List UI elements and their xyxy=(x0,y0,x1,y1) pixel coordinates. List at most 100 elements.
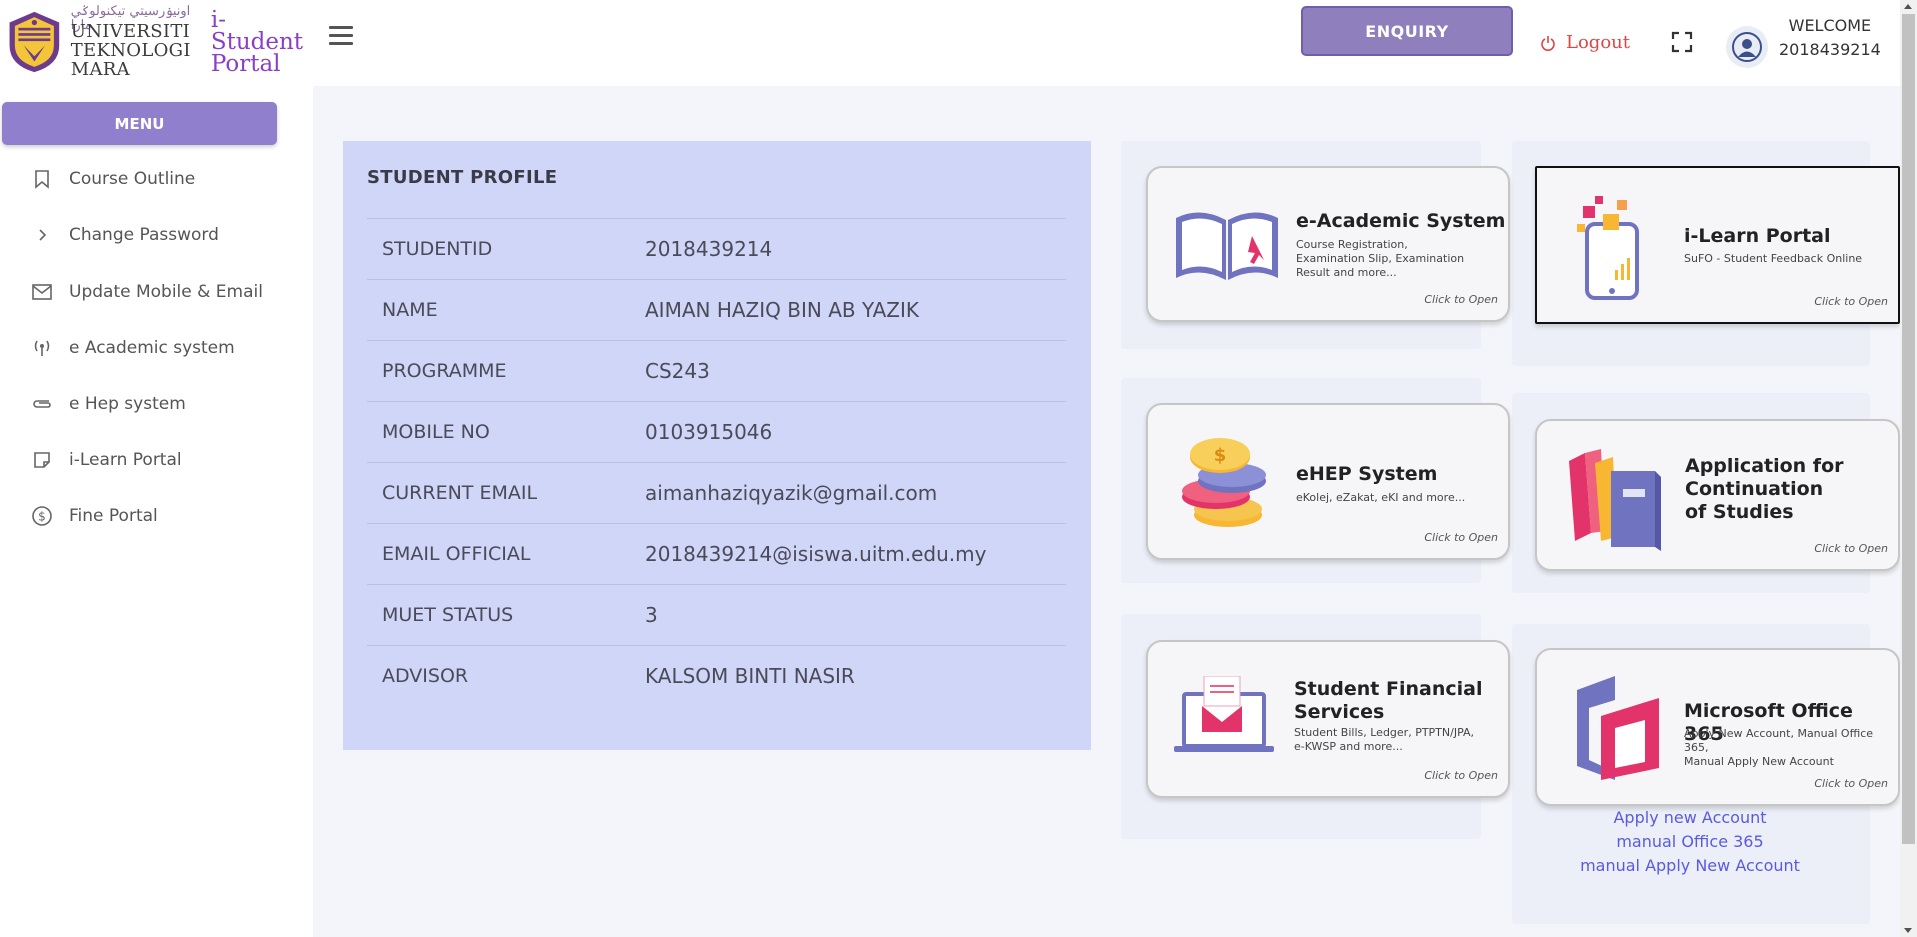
row-key: STUDENTID xyxy=(382,238,493,260)
uitm-crest-icon xyxy=(9,11,60,73)
hamburger-menu-icon[interactable] xyxy=(329,26,353,50)
sidebar-item-change-password[interactable]: Change Password xyxy=(30,220,219,250)
uni-line1: UNIVERSITI xyxy=(70,21,191,42)
row-value: KALSOM BINTI NASIR xyxy=(645,664,855,688)
sidebar-item-fine-portal[interactable]: $ Fine Portal xyxy=(30,501,158,531)
tile-title: e-Academic System xyxy=(1296,210,1506,232)
row-value: 3 xyxy=(645,603,658,627)
apply-new-account-link[interactable]: Apply new Account xyxy=(1520,806,1860,830)
sidebar-item-label: Change Password xyxy=(69,225,219,245)
i-learn-tile[interactable]: i-Learn Portal SuFO - Student Feedback O… xyxy=(1535,166,1900,324)
sidebar-item-label: e Academic system xyxy=(69,338,235,358)
table-row: MOBILE NO 0103915046 xyxy=(367,401,1066,462)
logout-label: Logout xyxy=(1566,32,1630,53)
tile-sub-line: Apply New Account, Manual Office 365, xyxy=(1684,727,1874,754)
user-id: 2018439214 xyxy=(1779,40,1881,59)
tile-title: i-Learn Portal xyxy=(1684,225,1831,247)
bookmark-icon xyxy=(30,167,54,191)
paperclip-icon xyxy=(30,392,54,416)
tile-title-line: of Studies xyxy=(1685,501,1794,523)
sidebar-item-e-hep[interactable]: e Hep system xyxy=(30,389,186,419)
mail-icon xyxy=(30,280,54,304)
table-row: NAME AIMAN HAZIQ BIN AB YAZIK xyxy=(367,279,1066,340)
top-header: اونيۏرسيتي تيكنولوݢي مارا UNIVERSITI TEK… xyxy=(0,0,1900,86)
sidebar-item-update-mobile-email[interactable]: Update Mobile & Email xyxy=(30,277,263,307)
ehep-tile[interactable]: $ eHEP System eKolej, eZakat, eKI and mo… xyxy=(1146,403,1510,560)
financial-services-tile[interactable]: Student Financial Services Student Bills… xyxy=(1146,640,1510,798)
laptop-mail-icon xyxy=(1174,676,1274,752)
click-to-open-label: Click to Open xyxy=(1814,777,1888,790)
tile-subtitle: eKolej, eZakat, eKI and more... xyxy=(1296,491,1466,504)
table-row: STUDENTID 2018439214 xyxy=(367,218,1066,279)
tile-title: Application for Continuation of Studies xyxy=(1685,455,1844,524)
fullscreen-icon[interactable] xyxy=(1671,31,1693,53)
sidebar-item-i-learn[interactable]: i-Learn Portal xyxy=(30,445,182,475)
phone-apps-icon xyxy=(1577,196,1639,300)
tile-sub-line: Result and more... xyxy=(1296,266,1397,279)
open-book-icon xyxy=(1176,212,1278,280)
sidebar-item-label: i-Learn Portal xyxy=(69,450,182,470)
click-to-open-label: Click to Open xyxy=(1424,293,1498,306)
row-value: CS243 xyxy=(645,359,710,383)
dollar-circle-icon: $ xyxy=(30,504,54,528)
row-key: EMAIL OFFICIAL xyxy=(382,543,531,565)
tile-subtitle: Apply New Account, Manual Office 365, Ma… xyxy=(1684,727,1898,769)
row-value: 2018439214@isiswa.uitm.edu.my xyxy=(645,542,987,566)
row-key: PROGRAMME xyxy=(382,360,507,382)
row-value: AIMAN HAZIQ BIN AB YAZIK xyxy=(645,298,920,322)
row-value: aimanhaziqyazik@gmail.com xyxy=(645,481,938,505)
continuation-studies-tile[interactable]: Application for Continuation of Studies … xyxy=(1535,419,1900,571)
page-scrollbar[interactable] xyxy=(1900,0,1917,937)
table-row: EMAIL OFFICIAL 2018439214@isiswa.uitm.edu… xyxy=(367,523,1066,584)
profile-title: STUDENT PROFILE xyxy=(367,167,558,188)
table-row: MUET STATUS 3 xyxy=(367,584,1066,645)
tile-title-line: Application for xyxy=(1685,455,1844,477)
tile-subtitle: Student Bills, Ledger, PTPTN/JPA, e-KWSP… xyxy=(1294,726,1474,754)
sidebar-item-label: Course Outline xyxy=(69,169,196,189)
tile-sub-line: e-KWSP and more... xyxy=(1294,740,1403,753)
power-icon xyxy=(1541,35,1555,51)
office-365-tile[interactable]: Microsoft Office 365 Apply New Account, … xyxy=(1535,648,1900,806)
sticky-note-icon xyxy=(30,448,54,472)
scroll-down-arrow-icon[interactable] xyxy=(1904,928,1912,933)
broadcast-icon xyxy=(30,336,54,360)
avatar[interactable] xyxy=(1726,26,1768,68)
row-value: 0103915046 xyxy=(645,420,773,444)
row-key: MUET STATUS xyxy=(382,604,514,626)
tile-title-line: Services xyxy=(1294,701,1385,723)
sidebar-item-label: Update Mobile & Email xyxy=(69,282,263,302)
e-academic-tile[interactable]: e-Academic System Course Registration, E… xyxy=(1146,166,1510,322)
sidebar-item-label: e Hep system xyxy=(69,394,186,414)
click-to-open-label: Click to Open xyxy=(1424,769,1498,782)
student-profile-panel: STUDENT PROFILE STUDENTID 2018439214 NAME… xyxy=(343,141,1091,750)
row-key: MOBILE NO xyxy=(382,421,490,443)
row-key: NAME xyxy=(382,299,438,321)
tile-title: eHEP System xyxy=(1296,463,1438,485)
tile-subtitle: SuFO - Student Feedback Online xyxy=(1684,252,1863,265)
sidebar-item-e-academic[interactable]: e Academic system xyxy=(30,333,235,363)
scroll-up-arrow-icon[interactable] xyxy=(1904,4,1912,9)
sidebar: MENU Course Outline Change Password Upda… xyxy=(0,86,313,937)
user-icon xyxy=(1732,32,1762,62)
books-icon xyxy=(1569,449,1661,551)
menu-button[interactable]: MENU xyxy=(2,102,277,145)
click-to-open-label: Click to Open xyxy=(1424,531,1498,544)
sidebar-item-course-outline[interactable]: Course Outline xyxy=(30,164,195,194)
svg-text:$: $ xyxy=(1214,445,1227,466)
scrollbar-thumb[interactable] xyxy=(1902,14,1915,844)
logout-button[interactable]: Logout xyxy=(1540,32,1630,53)
click-to-open-label: Click to Open xyxy=(1814,295,1888,308)
tile-sub-line: Student Bills, Ledger, PTPTN/JPA, xyxy=(1294,726,1475,739)
enquiry-button[interactable]: ENQUIRY xyxy=(1301,6,1513,56)
uni-line2: TEKNOLOGI xyxy=(70,40,191,61)
manual-office-365-link[interactable]: manual Office 365 xyxy=(1520,830,1860,854)
welcome-block: WELCOME 2018439214 xyxy=(1779,14,1881,62)
portal-line2: Portal xyxy=(210,51,281,77)
portal-name: i-Student Portal xyxy=(210,9,306,77)
profile-table: STUDENTID 2018439214 NAME AIMAN HAZIQ BIN … xyxy=(367,218,1066,706)
coins-icon: $ xyxy=(1182,438,1266,527)
uitm-logo[interactable]: اونيۏرسيتي تيكنولوݢي مارا UNIVERSITI TEK… xyxy=(6,4,306,80)
table-row: CURRENT EMAIL aimanhaziqyazik@gmail.com xyxy=(367,462,1066,523)
jawi-text: اونيۏرسيتي تيكنولوݢي مارا xyxy=(70,4,191,33)
manual-apply-new-account-link[interactable]: manual Apply New Account xyxy=(1520,854,1860,878)
